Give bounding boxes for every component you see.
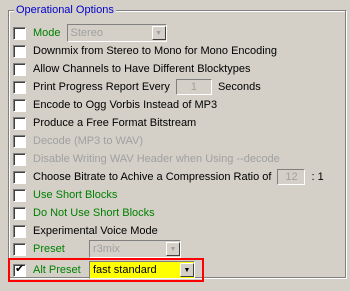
chevron-down-icon[interactable]: ▼ <box>180 263 194 277</box>
downmix-checkbox[interactable] <box>13 44 26 58</box>
alt-preset-row: Alt Preset fast standard ▼ <box>13 261 195 279</box>
alt-preset-label: Alt Preset <box>33 264 81 276</box>
compression-ratio-row: Choose Bitrate to Achive a Compression R… <box>13 168 324 186</box>
chevron-down-icon: ▼ <box>151 26 166 40</box>
experimental-voice-label: Experimental Voice Mode <box>33 225 158 237</box>
allow-channels-row: Allow Channels to Have Different Blockty… <box>13 60 250 78</box>
use-short-blocks-checkbox[interactable] <box>13 188 26 202</box>
no-short-blocks-label: Do Not Use Short Blocks <box>33 207 155 219</box>
downmix-row: Downmix from Stereo to Mono for Mono Enc… <box>13 42 277 60</box>
alt-preset-checkbox[interactable] <box>13 262 26 277</box>
print-progress-label: Print Progress Report Every <box>33 81 170 93</box>
free-format-row: Produce a Free Format Bitstream <box>13 114 196 132</box>
alt-preset-value: fast standard <box>93 264 157 276</box>
disable-wav-header-checkbox <box>13 152 26 166</box>
decode-label: Decode (MP3 to WAV) <box>33 135 144 147</box>
downmix-label: Downmix from Stereo to Mono for Mono Enc… <box>33 45 277 57</box>
disable-wav-header-row: Disable Writing WAV Header when Using --… <box>13 150 280 168</box>
chevron-down-icon: ▼ <box>166 242 180 256</box>
free-format-label: Produce a Free Format Bitstream <box>33 117 197 129</box>
experimental-voice-checkbox[interactable] <box>13 224 26 238</box>
mode-checkbox[interactable] <box>13 26 26 40</box>
allow-channels-label: Allow Channels to Have Different Blockty… <box>33 63 251 75</box>
compression-ratio-label: Choose Bitrate to Achive a Compression R… <box>33 171 272 183</box>
print-progress-input: 1 <box>175 79 212 95</box>
preset-row: Preset r3mix ▼ <box>13 240 181 258</box>
mode-value: Stereo <box>70 27 103 39</box>
disable-wav-header-label: Disable Writing WAV Header when Using --… <box>33 153 280 165</box>
print-progress-row: Print Progress Report Every 1 Seconds <box>13 78 261 96</box>
decode-checkbox <box>13 134 26 148</box>
no-short-blocks-row: Do Not Use Short Blocks <box>13 204 155 222</box>
ogg-vorbis-label: Encode to Ogg Vorbis Instead of MP3 <box>33 99 218 111</box>
allow-channels-checkbox[interactable] <box>13 62 26 76</box>
preset-select: r3mix ▼ <box>89 240 181 258</box>
compression-ratio-suffix: : 1 <box>311 171 324 183</box>
mode-select: Stereo ▼ <box>66 24 167 42</box>
no-short-blocks-checkbox[interactable] <box>13 206 26 220</box>
use-short-blocks-row: Use Short Blocks <box>13 186 117 204</box>
print-progress-unit: Seconds <box>217 81 261 93</box>
preset-label: Preset <box>33 243 65 255</box>
free-format-checkbox[interactable] <box>13 116 26 130</box>
compression-ratio-checkbox[interactable] <box>13 170 26 184</box>
experimental-voice-row: Experimental Voice Mode <box>13 222 158 240</box>
use-short-blocks-label: Use Short Blocks <box>33 189 118 201</box>
preset-value: r3mix <box>93 243 120 255</box>
preset-checkbox[interactable] <box>13 242 26 256</box>
compression-ratio-input: 12 <box>277 169 306 185</box>
print-progress-checkbox[interactable] <box>13 80 26 94</box>
ogg-vorbis-checkbox[interactable] <box>13 98 26 112</box>
alt-preset-select[interactable]: fast standard ▼ <box>89 261 195 279</box>
decode-row: Decode (MP3 to WAV) <box>13 132 143 150</box>
ogg-vorbis-row: Encode to Ogg Vorbis Instead of MP3 <box>13 96 217 114</box>
group-title: Operational Options <box>14 3 116 17</box>
mode-row: Mode Stereo ▼ <box>13 24 167 42</box>
mode-label: Mode <box>33 27 61 39</box>
